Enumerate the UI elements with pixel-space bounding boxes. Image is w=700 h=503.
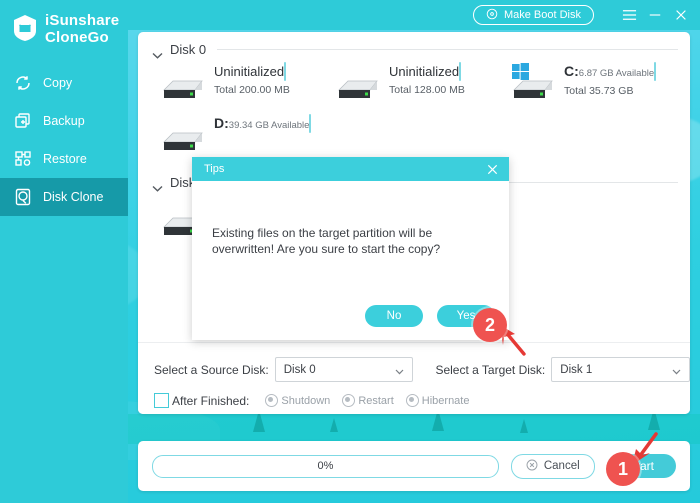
sidebar-item-backup[interactable]: Backup xyxy=(0,102,128,140)
refresh-copy-icon xyxy=(13,73,33,93)
radio-hibernate[interactable]: Hibernate xyxy=(405,394,470,407)
source-disk-value: Disk 0 xyxy=(283,363,316,376)
partition-available: 39.34 GB Available xyxy=(228,120,310,131)
drive-icon xyxy=(337,63,380,105)
sidebar-item-label: Backup xyxy=(43,114,85,128)
annotation-marker-1: 1 xyxy=(606,452,640,486)
sidebar-item-label: Restore xyxy=(43,152,87,166)
sidebar-item-label: Copy xyxy=(43,76,73,90)
tree-icon xyxy=(520,419,528,433)
after-finished-label: After Finished: xyxy=(172,393,250,408)
sidebar-item-disk-clone[interactable]: Disk Clone xyxy=(0,178,128,216)
annotation-marker-2: 2 xyxy=(473,308,507,342)
radio-label: Shutdown xyxy=(281,394,331,407)
capacity-bar xyxy=(459,62,462,81)
partition-item[interactable]: Uninitialized Total 128.00 MB xyxy=(337,62,492,105)
radio-label: Restart xyxy=(358,394,394,407)
dialog-title: Tips xyxy=(204,163,225,175)
sidebar: iSunshare CloneGo Copy Backup Restore Di… xyxy=(0,0,128,503)
sidebar-nav: Copy Backup Restore Disk Clone xyxy=(0,64,128,216)
radio-restart[interactable]: Restart xyxy=(342,394,394,407)
progress-percent-text: 0% xyxy=(317,460,334,472)
brand: iSunshare CloneGo xyxy=(0,0,128,46)
brand-name: iSunshare CloneGo xyxy=(45,12,119,46)
chevron-down-icon xyxy=(672,366,681,375)
sidebar-item-label: Disk Clone xyxy=(43,190,104,204)
partition-label: C:6.87 GB Available xyxy=(564,63,655,79)
chevron-down-icon xyxy=(152,46,163,59)
make-boot-disk-button[interactable]: Make Boot Disk xyxy=(472,5,594,25)
tips-dialog: Tips Existing files on the target partit… xyxy=(192,157,509,340)
partition-item[interactable]: D:39.34 GB Available xyxy=(162,114,317,157)
minimize-icon[interactable] xyxy=(642,0,668,30)
after-finished-checkbox[interactable] xyxy=(154,393,169,408)
partition-label: Uninitialized xyxy=(389,64,460,79)
dialog-no-button[interactable]: No xyxy=(365,305,423,327)
radio-label: Hibernate xyxy=(421,394,470,407)
brand-line-1: iSunshare xyxy=(45,12,120,29)
cancel-circle-icon xyxy=(526,459,538,474)
drive-icon xyxy=(162,63,205,105)
capacity-bar xyxy=(309,114,312,133)
backup-plus-icon xyxy=(13,111,33,131)
titlebar: Make Boot Disk xyxy=(128,0,700,30)
partition-total: Total 200.00 MB xyxy=(214,84,290,96)
brand-line-2: CloneGo xyxy=(45,29,109,46)
clone-options: Select a Source Disk: Disk 0 Select a Ta… xyxy=(138,342,690,414)
partition-label: D:39.34 GB Available xyxy=(214,115,310,131)
partition-item[interactable]: Uninitialized Total 200.00 MB xyxy=(162,62,317,105)
source-disk-select[interactable]: Disk 0 xyxy=(274,357,414,382)
capacity-bar xyxy=(654,62,657,81)
chevron-down-icon xyxy=(395,366,404,375)
tree-icon xyxy=(330,418,338,432)
partition-total: Total 35.73 GB xyxy=(564,85,634,97)
chevron-down-icon xyxy=(152,179,163,192)
target-disk-select[interactable]: Disk 1 xyxy=(551,357,690,382)
progress-bar: 0% xyxy=(152,454,499,478)
target-disk-label: Select a Target Disk: xyxy=(435,362,546,377)
partition-label: Uninitialized xyxy=(214,64,285,79)
drive-icon xyxy=(162,115,205,157)
partition-item[interactable]: C:6.87 GB Available Total 35.73 GB xyxy=(512,62,667,105)
partition-row: D:39.34 GB Available xyxy=(138,105,690,157)
sidebar-item-restore[interactable]: Restore xyxy=(0,140,128,178)
disc-icon xyxy=(486,8,498,23)
restore-grid-icon xyxy=(13,149,33,169)
partition-row: Uninitialized Total 200.00 MB Uninitiali… xyxy=(138,57,690,105)
partition-letter: D: xyxy=(214,115,229,131)
target-disk-value: Disk 1 xyxy=(560,363,593,376)
dialog-no-label: No xyxy=(386,310,402,322)
windows-logo-icon xyxy=(512,63,529,80)
radio-dot-icon xyxy=(265,394,279,407)
close-icon[interactable] xyxy=(668,0,694,30)
annotation-number: 2 xyxy=(484,314,495,335)
capacity-bar xyxy=(284,62,287,81)
radio-shutdown[interactable]: Shutdown xyxy=(265,394,330,407)
disk-name: Disk 0 xyxy=(170,42,207,57)
partition-total: Total 128.00 MB xyxy=(389,84,465,96)
sidebar-item-copy[interactable]: Copy xyxy=(0,64,128,102)
radio-dot-icon xyxy=(342,394,356,407)
hamburger-menu-icon[interactable] xyxy=(616,0,642,30)
source-disk-label: Select a Source Disk: xyxy=(154,362,269,377)
radio-dot-icon xyxy=(405,394,419,407)
close-icon[interactable] xyxy=(483,160,501,178)
disk-group-header[interactable]: Disk 0 xyxy=(138,32,690,59)
after-finished-radio-group: Shutdown Restart Hibernate xyxy=(265,394,469,407)
dialog-titlebar: Tips xyxy=(192,157,509,181)
drive-icon xyxy=(512,63,555,105)
divider xyxy=(217,49,678,50)
annotation-number: 1 xyxy=(617,458,628,479)
partition-available: 6.87 GB Available xyxy=(578,68,655,79)
shield-logo-icon xyxy=(12,14,38,42)
cancel-label: Cancel xyxy=(543,460,580,472)
partition-letter: C: xyxy=(564,63,579,79)
dialog-message: Existing files on the target partition w… xyxy=(212,226,441,256)
make-boot-disk-label: Make Boot Disk xyxy=(503,9,581,21)
cancel-button[interactable]: Cancel xyxy=(510,453,595,479)
disk-clone-icon xyxy=(13,187,33,207)
